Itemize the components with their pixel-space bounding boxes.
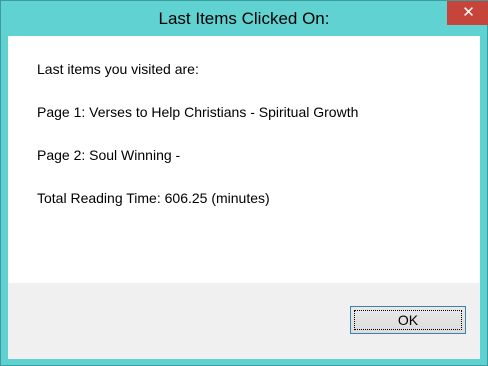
intro-text: Last items you visited are: [37,61,199,77]
close-button[interactable]: ✕ [447,1,488,25]
title-bar[interactable]: Last Items Clicked On: ✕ [1,1,488,36]
dialog-body: Last items you visited are: Page 1: Vers… [8,36,480,359]
page-1-text: Page 1: Verses to Help Christians - Spir… [37,104,359,120]
ok-button[interactable]: OK [350,306,466,334]
dialog-title: Last Items Clicked On: [158,9,330,28]
page-2-text: Page 2: Soul Winning - [37,147,181,163]
total-reading-time-text: Total Reading Time: 606.25 (minutes) [37,190,270,206]
message-dialog: Last Items Clicked On: ✕ Last items you … [0,0,488,366]
close-icon: ✕ [462,4,475,21]
button-bar: OK [8,283,480,359]
message-area: Last items you visited are: Page 1: Vers… [8,36,480,283]
